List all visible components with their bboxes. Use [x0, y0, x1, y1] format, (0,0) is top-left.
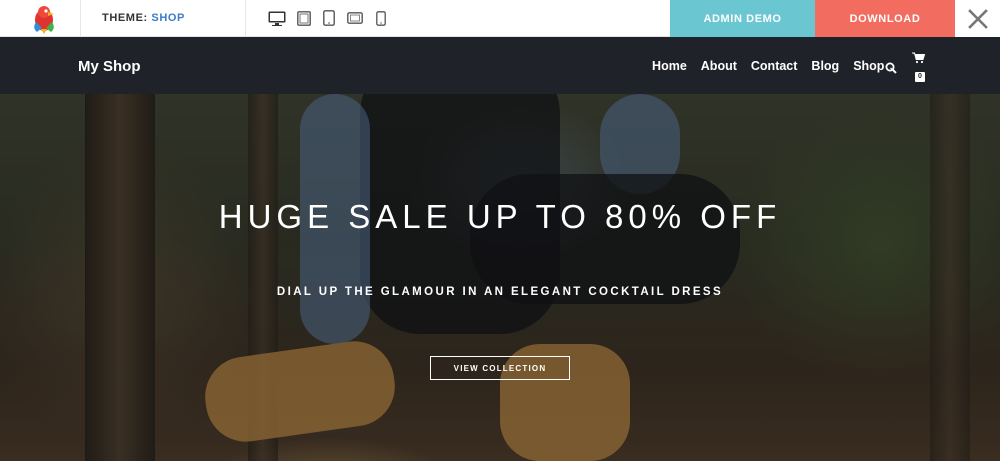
- admin-demo-button[interactable]: ADMIN DEMO: [670, 0, 815, 37]
- search-icon[interactable]: [885, 61, 897, 79]
- hero-banner: HUGE SALE UP TO 80% OFF DIAL UP THE GLAM…: [0, 94, 1000, 461]
- close-icon: [967, 8, 988, 29]
- close-button[interactable]: [955, 0, 1000, 37]
- nav-item-contact[interactable]: Contact: [751, 59, 798, 73]
- cart-count-badge: 0: [915, 72, 925, 82]
- background-tree: [248, 94, 278, 461]
- nav-item-shop-label: Shop: [853, 59, 885, 73]
- view-collection-button[interactable]: VIEW COLLECTION: [430, 356, 570, 380]
- tablet-landscape-icon[interactable]: [347, 10, 363, 26]
- theme-prefix: THEME:: [102, 12, 148, 24]
- site-brand[interactable]: My Shop: [78, 58, 141, 75]
- nav-item-blog[interactable]: Blog: [811, 59, 839, 73]
- background-tree: [85, 94, 155, 461]
- theme-label: THEME: SHOP: [102, 12, 185, 24]
- desktop-icon[interactable]: [268, 10, 286, 26]
- theme-value: SHOP: [151, 12, 185, 24]
- hero-subtitle: DIAL UP THE GLAMOUR IN AN ELEGANT COCKTA…: [276, 286, 724, 298]
- main-menu: Home About Contact Blog Shop ⌄: [652, 59, 896, 73]
- download-button[interactable]: DOWNLOAD: [815, 0, 955, 37]
- demo-top-bar: THEME: SHOP ADMIN DEMO DOWNLOAD: [0, 0, 1000, 37]
- tablet-icon[interactable]: [323, 10, 335, 26]
- nav-item-home[interactable]: Home: [652, 59, 687, 73]
- laptop-icon[interactable]: [297, 10, 311, 26]
- hero-boot: [200, 336, 400, 447]
- hero-figure-arm: [600, 94, 680, 194]
- hero-title: HUGE SALE UP TO 80% OFF: [218, 198, 782, 235]
- cart-icon[interactable]: [912, 51, 926, 69]
- divider: [245, 0, 246, 37]
- hero-figure-legs: [470, 174, 740, 304]
- background-tree: [930, 94, 970, 461]
- site-header: My Shop Home About Contact Blog Shop ⌄ 0: [0, 37, 1000, 94]
- parrot-logo-icon[interactable]: [28, 2, 60, 34]
- mobile-icon[interactable]: [376, 10, 386, 26]
- nav-item-about[interactable]: About: [701, 59, 737, 73]
- divider: [80, 0, 81, 37]
